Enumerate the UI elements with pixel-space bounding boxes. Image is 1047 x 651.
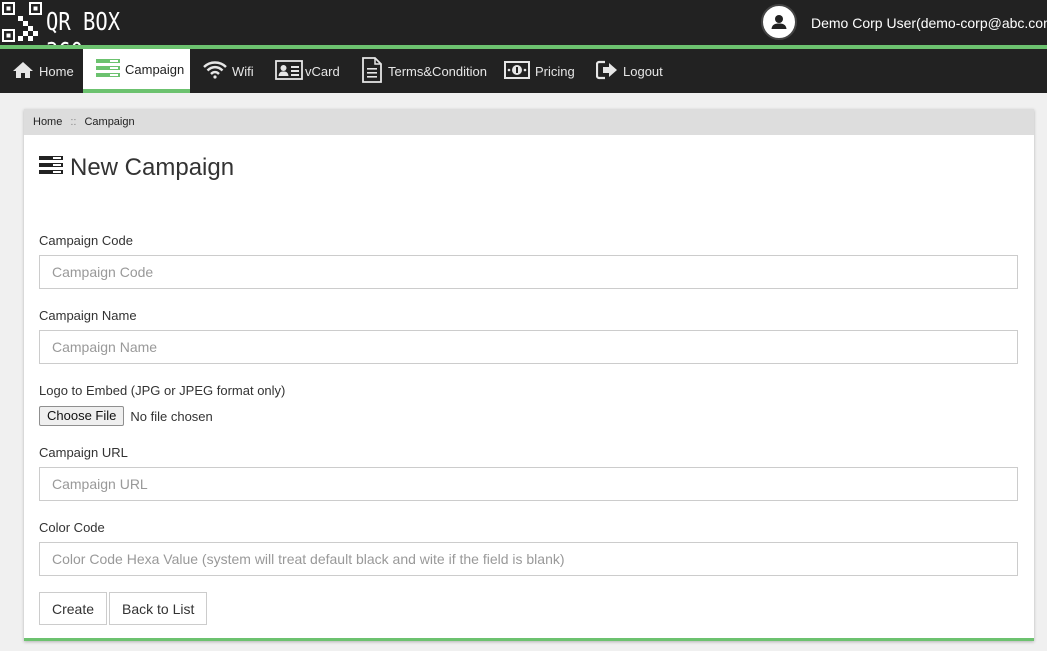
page-title-text: New Campaign bbox=[70, 154, 235, 181]
color-code-input[interactable] bbox=[39, 542, 1018, 576]
file-status: No file chosen bbox=[130, 408, 213, 424]
color-code-label: Color Code bbox=[39, 520, 105, 535]
nav-pricing[interactable]: Pricing bbox=[504, 49, 575, 93]
nav-campaign[interactable]: Campaign bbox=[83, 49, 190, 93]
main-nav: Home Campaign Wifi vCard Terms&Condition… bbox=[0, 49, 1047, 93]
nav-vcard[interactable]: vCard bbox=[275, 49, 340, 93]
logo-label: Logo to Embed (JPG or JPEG format only) bbox=[39, 383, 286, 398]
logout-icon bbox=[595, 60, 618, 83]
campaign-name-label: Campaign Name bbox=[39, 308, 137, 323]
breadcrumb: Home :: Campaign bbox=[24, 109, 1034, 135]
user-name[interactable]: Demo Corp User(demo-corp@abc.com) bbox=[811, 15, 1047, 31]
qr-logo-icon bbox=[2, 2, 42, 42]
campaign-url-input[interactable] bbox=[39, 467, 1018, 501]
campaign-code-input[interactable] bbox=[39, 255, 1018, 289]
breadcrumb-current[interactable]: Campaign bbox=[84, 116, 134, 128]
money-icon bbox=[504, 60, 530, 82]
content-panel: Home :: Campaign New Campaign Campaign C… bbox=[24, 109, 1034, 641]
campaign-name-input[interactable] bbox=[39, 330, 1018, 364]
logo[interactable]: QR BOX 360 bbox=[2, 2, 162, 66]
nav-terms-label: Terms&Condition bbox=[388, 63, 487, 79]
choose-file-button[interactable]: Choose File bbox=[39, 406, 125, 426]
nav-logout[interactable]: Logout bbox=[595, 49, 663, 93]
nav-pricing-label: Pricing bbox=[535, 63, 575, 79]
campaign-title-icon bbox=[39, 154, 63, 182]
campaign-icon bbox=[96, 58, 120, 81]
breadcrumb-separator: :: bbox=[70, 116, 77, 128]
nav-terms[interactable]: Terms&Condition bbox=[361, 49, 487, 93]
nav-vcard-label: vCard bbox=[305, 63, 340, 79]
campaign-code-label: Campaign Code bbox=[39, 233, 133, 248]
page-title: New Campaign bbox=[39, 154, 234, 182]
document-icon bbox=[361, 56, 383, 86]
nav-home[interactable]: Home bbox=[12, 49, 74, 93]
back-to-list-button[interactable]: Back to List bbox=[109, 592, 208, 625]
user-avatar[interactable] bbox=[761, 4, 797, 40]
campaign-url-label: Campaign URL bbox=[39, 445, 128, 460]
logo-file-picker: Choose File No file chosen bbox=[39, 406, 213, 426]
home-icon bbox=[12, 61, 34, 82]
nav-home-label: Home bbox=[39, 63, 74, 79]
vcard-icon bbox=[275, 59, 303, 84]
top-header: QR BOX 360 Demo Corp User(demo-corp@abc.… bbox=[0, 0, 1047, 66]
user-icon bbox=[767, 10, 791, 34]
breadcrumb-home-link[interactable]: Home bbox=[33, 116, 62, 128]
wifi-icon bbox=[203, 60, 227, 82]
nav-logout-label: Logout bbox=[623, 63, 663, 79]
nav-campaign-label: Campaign bbox=[125, 61, 185, 77]
nav-wifi-label: Wifi bbox=[232, 63, 254, 79]
create-button[interactable]: Create bbox=[39, 592, 108, 625]
nav-wifi[interactable]: Wifi bbox=[203, 49, 254, 93]
